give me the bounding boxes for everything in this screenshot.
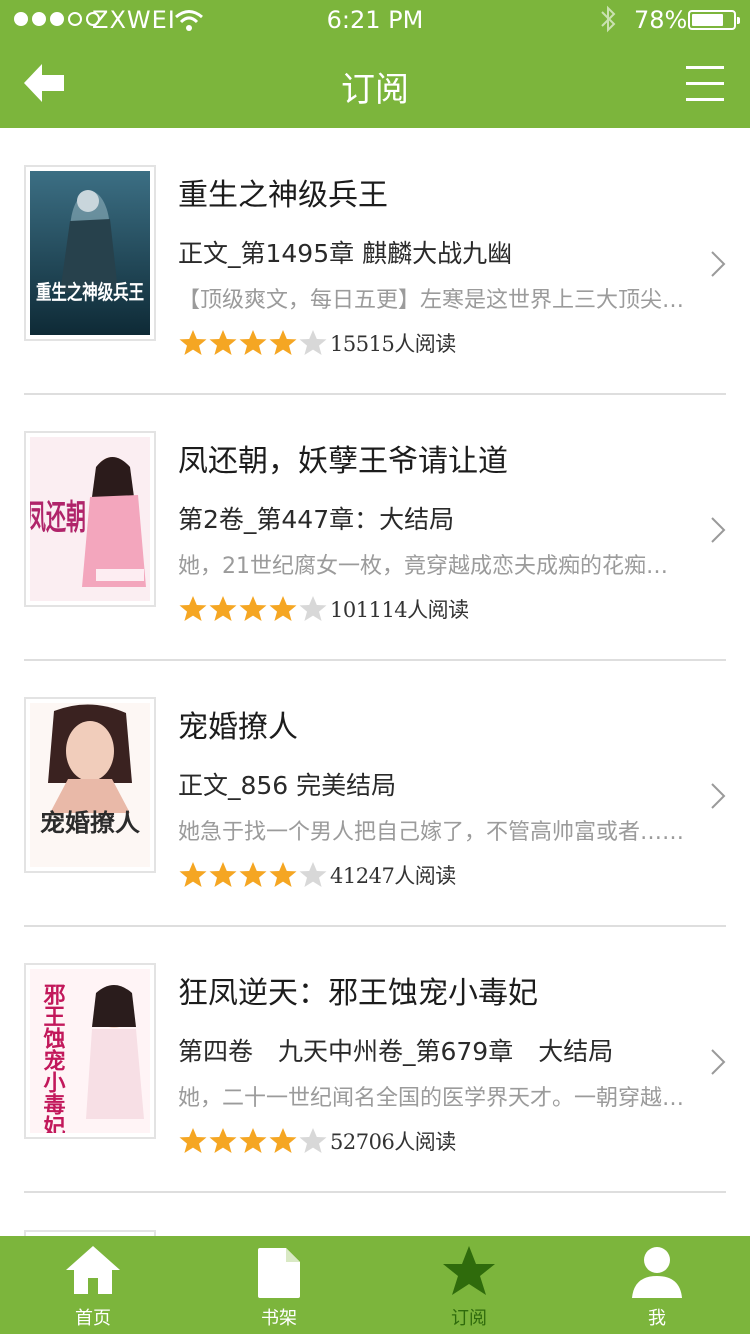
star-empty-icon [299,1128,327,1153]
book-item[interactable]: 宠婚撩人 宠婚撩人 正文_856 完美结局 她急于找一个男人把自己嫁了，不管高帅… [0,660,750,927]
tab-home[interactable]: 首页 [0,1236,186,1334]
star-rating: 41247人阅读 [178,858,456,892]
read-count: 41247人阅读 [330,864,456,888]
nav-bar: 订阅 [0,40,750,128]
star-rating: 52706人阅读 [178,1124,456,1158]
book-cover: 凤还朝 [24,431,156,607]
star-filled-icon [239,596,267,621]
cover-title: 凤还朝 [30,498,86,538]
battery-icon [688,10,740,30]
divider [24,1191,726,1193]
latest-chapter: 第四卷 九天中州卷_第679章 大结局 [178,1037,614,1066]
book-title: 凤还朝，妖孽王爷请让道 [178,444,508,479]
star-filled-icon [269,1128,297,1153]
book-item[interactable]: 凤还朝 凤还朝，妖孽王爷请让道 第2卷_第447章：大结局 她，21世纪腐女一枚… [0,394,750,661]
tab-label: 我 [648,1308,666,1329]
tab-bar: 首页 书架 订阅 我 [0,1236,750,1334]
star-filled-icon [269,330,297,355]
star-empty-icon [299,862,327,887]
latest-chapter: 正文_第1495章 麒麟大战九幽 [178,239,513,268]
tab-me[interactable]: 我 [564,1236,750,1334]
star-filled-icon [239,862,267,887]
tab-bookshelf[interactable]: 书架 [186,1236,372,1334]
subscription-list: 重生之神级兵王 重生之神级兵王 正文_第1495章 麒麟大战九幽 【顶级爽文，每… [0,128,750,1236]
book-cover: 重生之神级兵王 [24,165,156,341]
chevron-right-icon [711,517,726,543]
book-description: 她，21世纪腐女一枚，竟穿越成恋夫成痴的花痴女…… [178,554,688,579]
star-filled-icon [209,330,237,355]
star-icon [443,1246,495,1295]
home-icon [66,1246,120,1294]
cover-title: 宠婚撩人 [40,809,140,837]
tab-label: 订阅 [451,1308,487,1329]
star-filled-icon [179,862,207,887]
star-rating: 15515人阅读 [178,326,456,360]
chevron-right-icon [711,1049,726,1075]
star-filled-icon [239,330,267,355]
tab-subscribe[interactable]: 订阅 [376,1236,562,1334]
book-title: 宠婚撩人 [178,710,298,745]
book-title: 狂凤逆天：邪王蚀宠小毒妃 [178,976,538,1011]
bluetooth-icon [601,5,616,33]
book-item[interactable]: 邪王蚀宠小毒妃 狂凤逆天：邪王蚀宠小毒妃 第四卷 九天中州卷_第679章 大结局… [0,926,750,1193]
chevron-right-icon [711,251,726,277]
read-count: 52706人阅读 [330,1130,456,1154]
star-filled-icon [239,1128,267,1153]
book-cover: 宠婚撩人 [24,697,156,873]
book-description: 【顶级爽文，每日五更】左寒是这世界上三大顶尖杀手之一…… [178,288,688,313]
star-filled-icon [179,1128,207,1153]
tab-label: 书架 [261,1308,297,1329]
cover-title: 重生之神级兵王 [36,280,144,304]
read-count: 15515人阅读 [330,332,456,356]
document-icon [258,1248,300,1298]
book-description: 她急于找一个男人把自己嫁了，不管高帅富或者…… [178,820,685,845]
star-empty-icon [299,596,327,621]
read-count: 101114人阅读 [330,598,469,622]
star-filled-icon [269,596,297,621]
star-empty-icon [299,330,327,355]
cover-title: 邪王蚀宠小毒妃 [40,983,67,1133]
user-icon [632,1247,682,1298]
hamburger-menu-icon[interactable] [686,66,724,102]
star-filled-icon [209,1128,237,1153]
star-filled-icon [209,596,237,621]
star-filled-icon [179,330,207,355]
top-bar: ZXWEI 6:21 PM 78% 订阅 [0,0,750,128]
latest-chapter: 第2卷_第447章：大结局 [178,505,455,534]
page-title: 订阅 [341,70,409,110]
latest-chapter: 正文_856 完美结局 [178,771,397,800]
cover-image: 宠婚撩人 [30,703,150,867]
star-filled-icon [209,862,237,887]
tab-label: 首页 [75,1308,111,1329]
book-description: 她，二十一世纪闻名全国的医学界天才。一朝穿越…… [178,1086,688,1111]
book-item[interactable]: 重生之神级兵王 重生之神级兵王 正文_第1495章 麒麟大战九幽 【顶级爽文，每… [0,128,750,395]
status-bar: ZXWEI 6:21 PM 78% [0,0,750,40]
star-rating: 101114人阅读 [178,592,469,626]
star-filled-icon [179,596,207,621]
cover-image: 凤还朝 [30,437,150,601]
star-filled-icon [269,862,297,887]
cover-image: 邪王蚀宠小毒妃 [30,969,150,1133]
battery-percent: 78% [634,6,688,34]
book-title: 重生之神级兵王 [178,178,388,213]
cover-image: 重生之神级兵王 [30,171,150,335]
chevron-right-icon [711,783,726,809]
book-cover: 邪王蚀宠小毒妃 [24,963,156,1139]
